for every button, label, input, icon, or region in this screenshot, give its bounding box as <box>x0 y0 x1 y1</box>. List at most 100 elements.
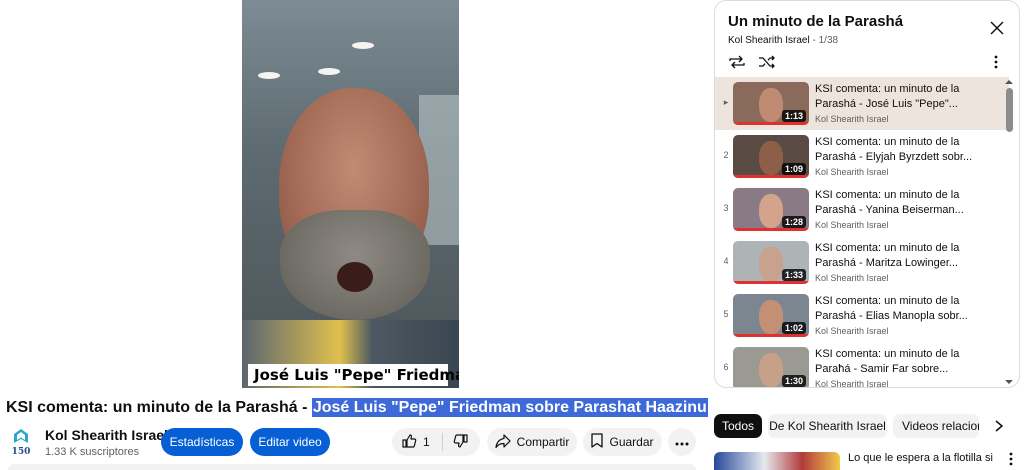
close-icon[interactable] <box>988 19 1006 37</box>
video-title-prefix: KSI comenta: un minuto de la Parashá - <box>6 399 312 416</box>
like-count: 1 <box>423 435 430 449</box>
chip-all[interactable]: Todos <box>714 414 762 438</box>
playlist-item-channel: Kol Shearith Israel <box>815 167 889 177</box>
playlist-items: ▸ 1:13 KSI comenta: un minuto de la Para… <box>715 77 1009 388</box>
playlist-item[interactable]: 3 1:28 KSI comenta: un minuto de la Para… <box>715 183 1009 236</box>
playlist-item-title[interactable]: KSI comenta: un minuto de la Parashá - M… <box>815 241 995 271</box>
playlist-item-thumbnail[interactable]: 1:30 <box>733 347 809 388</box>
more-vertical-icon[interactable] <box>1008 452 1014 466</box>
scroll-down-arrow[interactable] <box>1005 380 1013 384</box>
title-line-1: KSI comenta: un minuto de la <box>815 348 960 360</box>
playlist-item-index: 4 <box>723 256 729 266</box>
more-actions-button[interactable] <box>668 428 696 456</box>
playlist-item-thumbnail[interactable]: 1:33 <box>733 241 809 284</box>
playlist-item[interactable]: 2 1:09 KSI comenta: un minuto de la Para… <box>715 130 1009 183</box>
title-line-1: KSI comenta: un minuto de la <box>815 83 960 95</box>
playlist-item-thumbnail[interactable]: 1:28 <box>733 188 809 231</box>
suggested-video-thumbnail[interactable] <box>714 452 840 470</box>
channel-name[interactable]: Kol Shearith Israel <box>45 427 168 443</box>
video-player[interactable]: José Luis "Pepe" Friedman <box>242 0 459 388</box>
video-caption: José Luis "Pepe" Friedman <box>254 366 459 384</box>
thumbs-up-icon <box>401 433 417 452</box>
playlist-item[interactable]: 6 1:30 KSI comenta: un minuto de la Para… <box>715 342 1009 388</box>
playlist-item-thumbnail[interactable]: 1:09 <box>733 135 809 178</box>
playlist-item-title[interactable]: KSI comenta: un minuto de la Paraħá - Sa… <box>815 347 995 377</box>
channel-logo[interactable]: 150 <box>8 428 34 457</box>
duration-badge: 1:13 <box>781 110 806 122</box>
title-line-2: Parashá - Elyjah Byrzdett sobr... <box>815 151 973 163</box>
playlist-item-index: 6 <box>723 362 729 372</box>
chip-related[interactable]: Videos relacion <box>893 414 979 438</box>
duration-badge: 1:09 <box>781 163 806 175</box>
playlist-item-channel: Kol Shearith Israel <box>815 114 889 124</box>
more-horizontal-icon <box>675 435 689 449</box>
playlist-item[interactable]: 5 1:02 KSI comenta: un minuto de la Para… <box>715 289 1009 342</box>
like-button[interactable]: 1 <box>392 428 442 456</box>
edit-video-button[interactable]: Editar video <box>250 428 330 456</box>
save-button[interactable]: Guardar <box>583 428 662 456</box>
playlist-item-thumbnail[interactable]: 1:13 <box>733 82 809 125</box>
playlist-scrollbar-thumb[interactable] <box>1006 88 1013 132</box>
scroll-up-arrow[interactable] <box>1005 80 1013 84</box>
share-icon <box>495 433 511 451</box>
playlist-item-thumbnail[interactable]: 1:02 <box>733 294 809 337</box>
playlist-item-title[interactable]: KSI comenta: un minuto de la Parashá - E… <box>815 135 995 165</box>
playlist-title[interactable]: Un minuto de la Parashá <box>728 13 903 30</box>
watch-progress-bar <box>733 387 809 388</box>
video-title-selected: José Luis "Pepe" Friedman sobre Parashat… <box>311 398 708 417</box>
thumbnail-face <box>759 247 783 281</box>
video-title: KSI comenta: un minuto de la Parashá - J… <box>6 398 708 417</box>
title-line-1: KSI comenta: un minuto de la <box>815 189 960 201</box>
playlist-item-title[interactable]: KSI comenta: un minuto de la Parashá - E… <box>815 294 995 324</box>
chevron-right-icon[interactable] <box>993 419 1005 433</box>
chip-from-channel[interactable]: De Kol Shearith Israel <box>768 414 887 438</box>
title-line-2: Parashá - José Luis "Pepe"... <box>815 98 958 110</box>
playlist-item-channel: Kol Shearith Israel <box>815 220 889 230</box>
thumbnail-face <box>759 141 783 175</box>
title-line-1: KSI comenta: un minuto de la <box>815 242 960 254</box>
shuffle-icon[interactable] <box>757 54 777 70</box>
thumbs-down-icon <box>453 433 469 452</box>
share-label: Compartir <box>516 435 570 449</box>
playlist-item-index: ▸ <box>723 97 729 107</box>
subscriber-count: 1.33 K suscriptores <box>45 446 140 458</box>
loop-icon[interactable] <box>727 54 747 70</box>
playlist-item-channel: Kol Shearith Israel <box>815 273 889 283</box>
playlist-channel[interactable]: Kol Shearith Israel <box>728 35 810 46</box>
like-dislike-group: 1 <box>392 428 480 456</box>
playlist-panel: Un minuto de la Parashá Kol Shearith Isr… <box>714 0 1020 388</box>
ceiling-light <box>318 68 340 75</box>
duration-badge: 1:02 <box>781 322 806 334</box>
title-line-1: KSI comenta: un minuto de la <box>815 136 960 148</box>
playlist-item-channel: Kol Shearith Israel <box>815 379 889 388</box>
playlist-item-title[interactable]: KSI comenta: un minuto de la Parashá - Y… <box>815 188 995 218</box>
channel-logo-text: 150 <box>12 447 31 456</box>
playlist-item-index: 5 <box>723 309 729 319</box>
playlist-position: 1/38 <box>818 35 839 46</box>
title-line-2: Parashá - Yanina Beiserman... <box>815 204 964 216</box>
playlist-item[interactable]: ▸ 1:13 KSI comenta: un minuto de la Para… <box>715 77 1009 130</box>
thumbnail-face <box>759 88 783 122</box>
playlist-item-channel: Kol Shearith Israel <box>815 326 889 336</box>
duration-badge: 1:30 <box>781 375 806 387</box>
analytics-button[interactable]: Estadísticas <box>161 428 243 456</box>
bookmark-icon <box>591 433 604 451</box>
thumbnail-face <box>759 353 783 387</box>
title-line-1: KSI comenta: un minuto de la <box>815 295 960 307</box>
playlist-subtitle: Kol Shearith Israel - 1/38 <box>728 35 839 46</box>
suggested-video-title[interactable]: Lo que le espera a la flotilla si <box>848 452 993 464</box>
dislike-button[interactable] <box>443 428 479 456</box>
save-label: Guardar <box>609 435 654 449</box>
person-mouth <box>337 262 373 292</box>
watch-progress-bar <box>733 334 809 337</box>
playlist-item-index: 2 <box>723 150 729 160</box>
thumbnail-face <box>759 194 783 228</box>
more-vertical-icon[interactable] <box>993 55 999 69</box>
playlist-item-title[interactable]: KSI comenta: un minuto de la Parashá - J… <box>815 82 995 112</box>
watch-progress-bar <box>733 122 809 125</box>
duration-badge: 1:33 <box>781 269 806 281</box>
duration-badge: 1:28 <box>781 216 806 228</box>
share-button[interactable]: Compartir <box>487 428 577 456</box>
description-box-top[interactable] <box>8 464 696 470</box>
playlist-item[interactable]: 4 1:33 KSI comenta: un minuto de la Para… <box>715 236 1009 289</box>
